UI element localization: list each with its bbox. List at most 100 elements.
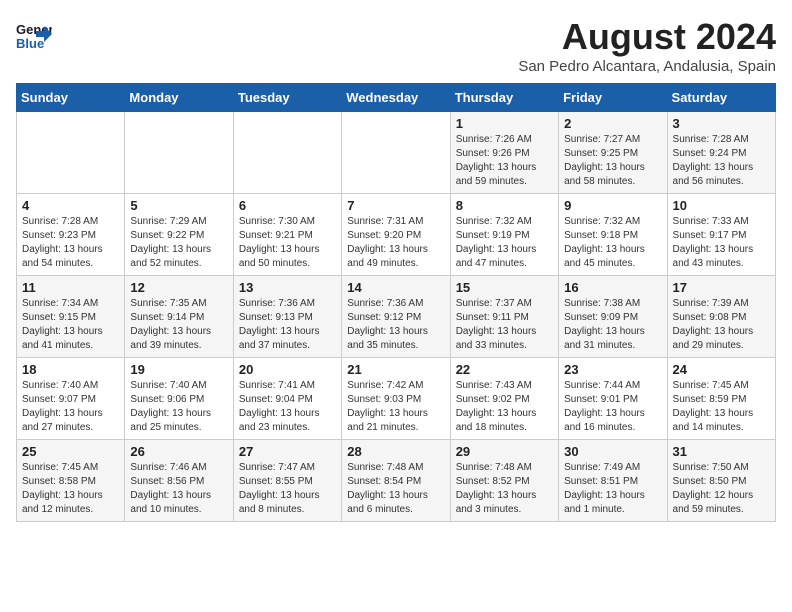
logo-icon: General Blue bbox=[16, 16, 52, 52]
calendar-table: SundayMondayTuesdayWednesdayThursdayFrid… bbox=[16, 83, 776, 522]
day-number: 10 bbox=[673, 198, 770, 213]
day-cell: 19 Sunrise: 7:40 AM Sunset: 9:06 PM Dayli… bbox=[125, 358, 233, 440]
day-cell bbox=[233, 112, 341, 194]
week-row-1: 1 Sunrise: 7:26 AM Sunset: 9:26 PM Daylig… bbox=[17, 112, 776, 194]
day-info: Sunrise: 7:40 AM Sunset: 9:06 PM Dayligh… bbox=[130, 379, 227, 435]
day-info: Sunrise: 7:45 AM Sunset: 8:59 PM Dayligh… bbox=[673, 379, 770, 435]
day-info: Sunrise: 7:27 AM Sunset: 9:25 PM Dayligh… bbox=[564, 133, 661, 189]
day-info: Sunrise: 7:46 AM Sunset: 8:56 PM Dayligh… bbox=[130, 461, 227, 517]
day-cell: 23 Sunrise: 7:44 AM Sunset: 9:01 PM Dayli… bbox=[559, 358, 667, 440]
day-cell: 25Sunrise: 7:45 AM Sunset: 8:58 PM Dayli… bbox=[17, 440, 125, 522]
calendar-title: August 2024 bbox=[518, 16, 776, 58]
day-number: 3 bbox=[673, 116, 770, 131]
title-area: August 2024 San Pedro Alcantara, Andalus… bbox=[518, 16, 776, 75]
day-cell: 20 Sunrise: 7:41 AM Sunset: 9:04 PM Dayli… bbox=[233, 358, 341, 440]
day-number: 14 bbox=[347, 280, 444, 295]
header-cell-sunday: Sunday bbox=[17, 84, 125, 112]
day-number: 2 bbox=[564, 116, 661, 131]
day-cell: 18Sunrise: 7:40 AM Sunset: 9:07 PM Dayli… bbox=[17, 358, 125, 440]
day-number: 13 bbox=[239, 280, 336, 295]
day-number: 30 bbox=[564, 444, 661, 459]
day-cell: 6 Sunrise: 7:30 AM Sunset: 9:21 PM Daylig… bbox=[233, 194, 341, 276]
day-info: Sunrise: 7:44 AM Sunset: 9:01 PM Dayligh… bbox=[564, 379, 661, 435]
day-cell: 17 Sunrise: 7:39 AM Sunset: 9:08 PM Dayli… bbox=[667, 276, 775, 358]
day-cell: 4 Sunrise: 7:28 AM Sunset: 9:23 PM Daylig… bbox=[17, 194, 125, 276]
day-info: Sunrise: 7:33 AM Sunset: 9:17 PM Dayligh… bbox=[673, 215, 770, 271]
day-cell: 24 Sunrise: 7:45 AM Sunset: 8:59 PM Dayli… bbox=[667, 358, 775, 440]
day-cell: 22 Sunrise: 7:43 AM Sunset: 9:02 PM Dayli… bbox=[450, 358, 558, 440]
day-cell: 5 Sunrise: 7:29 AM Sunset: 9:22 PM Daylig… bbox=[125, 194, 233, 276]
header: General Blue August 2024 San Pedro Alcan… bbox=[16, 16, 776, 75]
calendar-subtitle: San Pedro Alcantara, Andalusia, Spain bbox=[518, 58, 776, 75]
day-cell bbox=[342, 112, 450, 194]
day-info: Sunrise: 7:31 AM Sunset: 9:20 PM Dayligh… bbox=[347, 215, 444, 271]
day-number: 11 bbox=[22, 280, 119, 295]
day-cell: 27Sunrise: 7:47 AM Sunset: 8:55 PM Dayli… bbox=[233, 440, 341, 522]
day-info: Sunrise: 7:26 AM Sunset: 9:26 PM Dayligh… bbox=[456, 133, 553, 189]
day-cell: 7Sunrise: 7:31 AM Sunset: 9:20 PM Daylig… bbox=[342, 194, 450, 276]
day-info: Sunrise: 7:32 AM Sunset: 9:18 PM Dayligh… bbox=[564, 215, 661, 271]
day-number: 25 bbox=[22, 444, 119, 459]
day-info: Sunrise: 7:50 AM Sunset: 8:50 PM Dayligh… bbox=[673, 461, 770, 517]
day-info: Sunrise: 7:30 AM Sunset: 9:21 PM Dayligh… bbox=[239, 215, 336, 271]
day-number: 6 bbox=[239, 198, 336, 213]
day-info: Sunrise: 7:37 AM Sunset: 9:11 PM Dayligh… bbox=[456, 297, 553, 353]
day-cell: 30Sunrise: 7:49 AM Sunset: 8:51 PM Dayli… bbox=[559, 440, 667, 522]
day-number: 31 bbox=[673, 444, 770, 459]
day-info: Sunrise: 7:35 AM Sunset: 9:14 PM Dayligh… bbox=[130, 297, 227, 353]
day-info: Sunrise: 7:39 AM Sunset: 9:08 PM Dayligh… bbox=[673, 297, 770, 353]
header-cell-friday: Friday bbox=[559, 84, 667, 112]
day-info: Sunrise: 7:28 AM Sunset: 9:24 PM Dayligh… bbox=[673, 133, 770, 189]
day-cell: 12 Sunrise: 7:35 AM Sunset: 9:14 PM Dayli… bbox=[125, 276, 233, 358]
day-cell: 13 Sunrise: 7:36 AM Sunset: 9:13 PM Dayli… bbox=[233, 276, 341, 358]
day-info: Sunrise: 7:32 AM Sunset: 9:19 PM Dayligh… bbox=[456, 215, 553, 271]
day-number: 28 bbox=[347, 444, 444, 459]
svg-text:Blue: Blue bbox=[16, 36, 44, 51]
day-cell bbox=[17, 112, 125, 194]
week-row-2: 4 Sunrise: 7:28 AM Sunset: 9:23 PM Daylig… bbox=[17, 194, 776, 276]
day-number: 23 bbox=[564, 362, 661, 377]
day-number: 21 bbox=[347, 362, 444, 377]
day-number: 17 bbox=[673, 280, 770, 295]
day-info: Sunrise: 7:48 AM Sunset: 8:52 PM Dayligh… bbox=[456, 461, 553, 517]
day-number: 1 bbox=[456, 116, 553, 131]
day-number: 24 bbox=[673, 362, 770, 377]
day-info: Sunrise: 7:34 AM Sunset: 9:15 PM Dayligh… bbox=[22, 297, 119, 353]
day-cell: 3 Sunrise: 7:28 AM Sunset: 9:24 PM Daylig… bbox=[667, 112, 775, 194]
day-info: Sunrise: 7:36 AM Sunset: 9:13 PM Dayligh… bbox=[239, 297, 336, 353]
header-cell-thursday: Thursday bbox=[450, 84, 558, 112]
day-info: Sunrise: 7:43 AM Sunset: 9:02 PM Dayligh… bbox=[456, 379, 553, 435]
week-row-5: 25Sunrise: 7:45 AM Sunset: 8:58 PM Dayli… bbox=[17, 440, 776, 522]
day-number: 20 bbox=[239, 362, 336, 377]
day-number: 16 bbox=[564, 280, 661, 295]
day-info: Sunrise: 7:38 AM Sunset: 9:09 PM Dayligh… bbox=[564, 297, 661, 353]
logo: General Blue bbox=[16, 16, 52, 52]
day-info: Sunrise: 7:47 AM Sunset: 8:55 PM Dayligh… bbox=[239, 461, 336, 517]
week-row-4: 18Sunrise: 7:40 AM Sunset: 9:07 PM Dayli… bbox=[17, 358, 776, 440]
day-number: 19 bbox=[130, 362, 227, 377]
day-info: Sunrise: 7:41 AM Sunset: 9:04 PM Dayligh… bbox=[239, 379, 336, 435]
day-number: 8 bbox=[456, 198, 553, 213]
header-cell-monday: Monday bbox=[125, 84, 233, 112]
day-info: Sunrise: 7:28 AM Sunset: 9:23 PM Dayligh… bbox=[22, 215, 119, 271]
day-cell: 11 Sunrise: 7:34 AM Sunset: 9:15 PM Dayli… bbox=[17, 276, 125, 358]
day-number: 9 bbox=[564, 198, 661, 213]
day-cell: 10 Sunrise: 7:33 AM Sunset: 9:17 PM Dayli… bbox=[667, 194, 775, 276]
day-cell: 2 Sunrise: 7:27 AM Sunset: 9:25 PM Daylig… bbox=[559, 112, 667, 194]
day-cell: 16 Sunrise: 7:38 AM Sunset: 9:09 PM Dayli… bbox=[559, 276, 667, 358]
day-number: 22 bbox=[456, 362, 553, 377]
day-cell: 29Sunrise: 7:48 AM Sunset: 8:52 PM Dayli… bbox=[450, 440, 558, 522]
header-cell-saturday: Saturday bbox=[667, 84, 775, 112]
day-number: 5 bbox=[130, 198, 227, 213]
day-info: Sunrise: 7:36 AM Sunset: 9:12 PM Dayligh… bbox=[347, 297, 444, 353]
day-cell: 8 Sunrise: 7:32 AM Sunset: 9:19 PM Daylig… bbox=[450, 194, 558, 276]
day-info: Sunrise: 7:29 AM Sunset: 9:22 PM Dayligh… bbox=[130, 215, 227, 271]
week-row-3: 11 Sunrise: 7:34 AM Sunset: 9:15 PM Dayli… bbox=[17, 276, 776, 358]
day-info: Sunrise: 7:40 AM Sunset: 9:07 PM Dayligh… bbox=[22, 379, 119, 435]
day-number: 15 bbox=[456, 280, 553, 295]
day-number: 12 bbox=[130, 280, 227, 295]
day-cell: 1 Sunrise: 7:26 AM Sunset: 9:26 PM Daylig… bbox=[450, 112, 558, 194]
day-info: Sunrise: 7:48 AM Sunset: 8:54 PM Dayligh… bbox=[347, 461, 444, 517]
day-number: 4 bbox=[22, 198, 119, 213]
day-cell bbox=[125, 112, 233, 194]
